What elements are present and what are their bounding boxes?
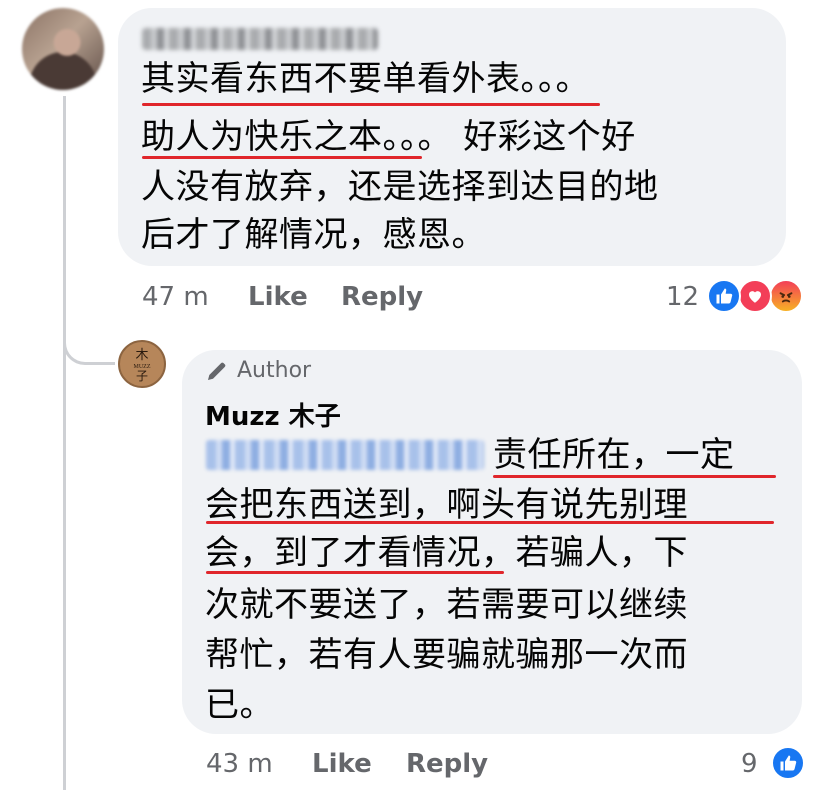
commenter-avatar[interactable] (22, 8, 104, 90)
reply-line-1: 责任所在，一定 (493, 435, 735, 475)
comment-line-1-main: 其实看东西不要单看外表 (141, 59, 521, 99)
muzz-logo: 木 MUZZ 子 (134, 347, 151, 383)
red-underline (142, 156, 422, 159)
reply-line-6: 已。 (205, 685, 274, 725)
thread-connector (63, 300, 115, 365)
reply-reply-button[interactable]: Reply (406, 749, 488, 779)
svg-text:子: 子 (136, 369, 148, 383)
svg-text:木: 木 (135, 347, 148, 362)
comment-line-1-tail: 。。。 (520, 59, 590, 99)
comment-timestamp[interactable]: 47 m (142, 282, 209, 312)
comment-line-3: 人没有放弃，还是选择到达目的地 (141, 167, 659, 207)
author-badge: Author (205, 358, 311, 383)
thread-line (63, 96, 66, 790)
reply-reaction-count[interactable]: 9 (741, 749, 758, 779)
reply-timestamp[interactable]: 43 m (206, 749, 273, 779)
pencil-icon (208, 362, 226, 380)
comment-line-4: 后才了解情况，感恩。 (141, 215, 486, 255)
comment-line-1: 其实看东西不要单看外表。。。 (141, 56, 590, 102)
like-icon[interactable] (707, 279, 741, 313)
red-underline (206, 521, 774, 524)
reply-line-4: 次就不要送了，若需要可以继续 (205, 585, 688, 625)
author-badge-label: Author (237, 358, 312, 383)
reply-line-5: 帮忙，若有人要骗就骗那一次而 (205, 635, 688, 675)
comment-line-2: 助人为快乐之本。。。 好彩这个好 (141, 114, 636, 160)
reply-like-button[interactable]: Like (312, 749, 372, 779)
red-underline (493, 475, 776, 478)
red-underline (142, 103, 600, 106)
love-icon[interactable] (738, 279, 772, 313)
author-name[interactable]: Muzz 木子 (205, 396, 341, 433)
like-button[interactable]: Like (248, 282, 308, 312)
comment-line-2-main: 助人为快乐之本 (141, 117, 383, 157)
comment-line-2-tail: 。。。 好彩这个好 (382, 117, 636, 157)
reply-line-3: 会，到了才看情况，若骗人，下 (205, 533, 688, 573)
like-icon[interactable] (771, 746, 805, 780)
reaction-count[interactable]: 12 (666, 282, 699, 312)
red-underline (206, 571, 504, 574)
commenter-name-blurred[interactable] (142, 28, 378, 50)
reply-button[interactable]: Reply (341, 282, 423, 312)
angry-icon[interactable] (769, 279, 803, 313)
author-avatar[interactable]: 木 MUZZ 子 (118, 340, 166, 388)
tagged-user-blurred[interactable] (206, 440, 484, 470)
